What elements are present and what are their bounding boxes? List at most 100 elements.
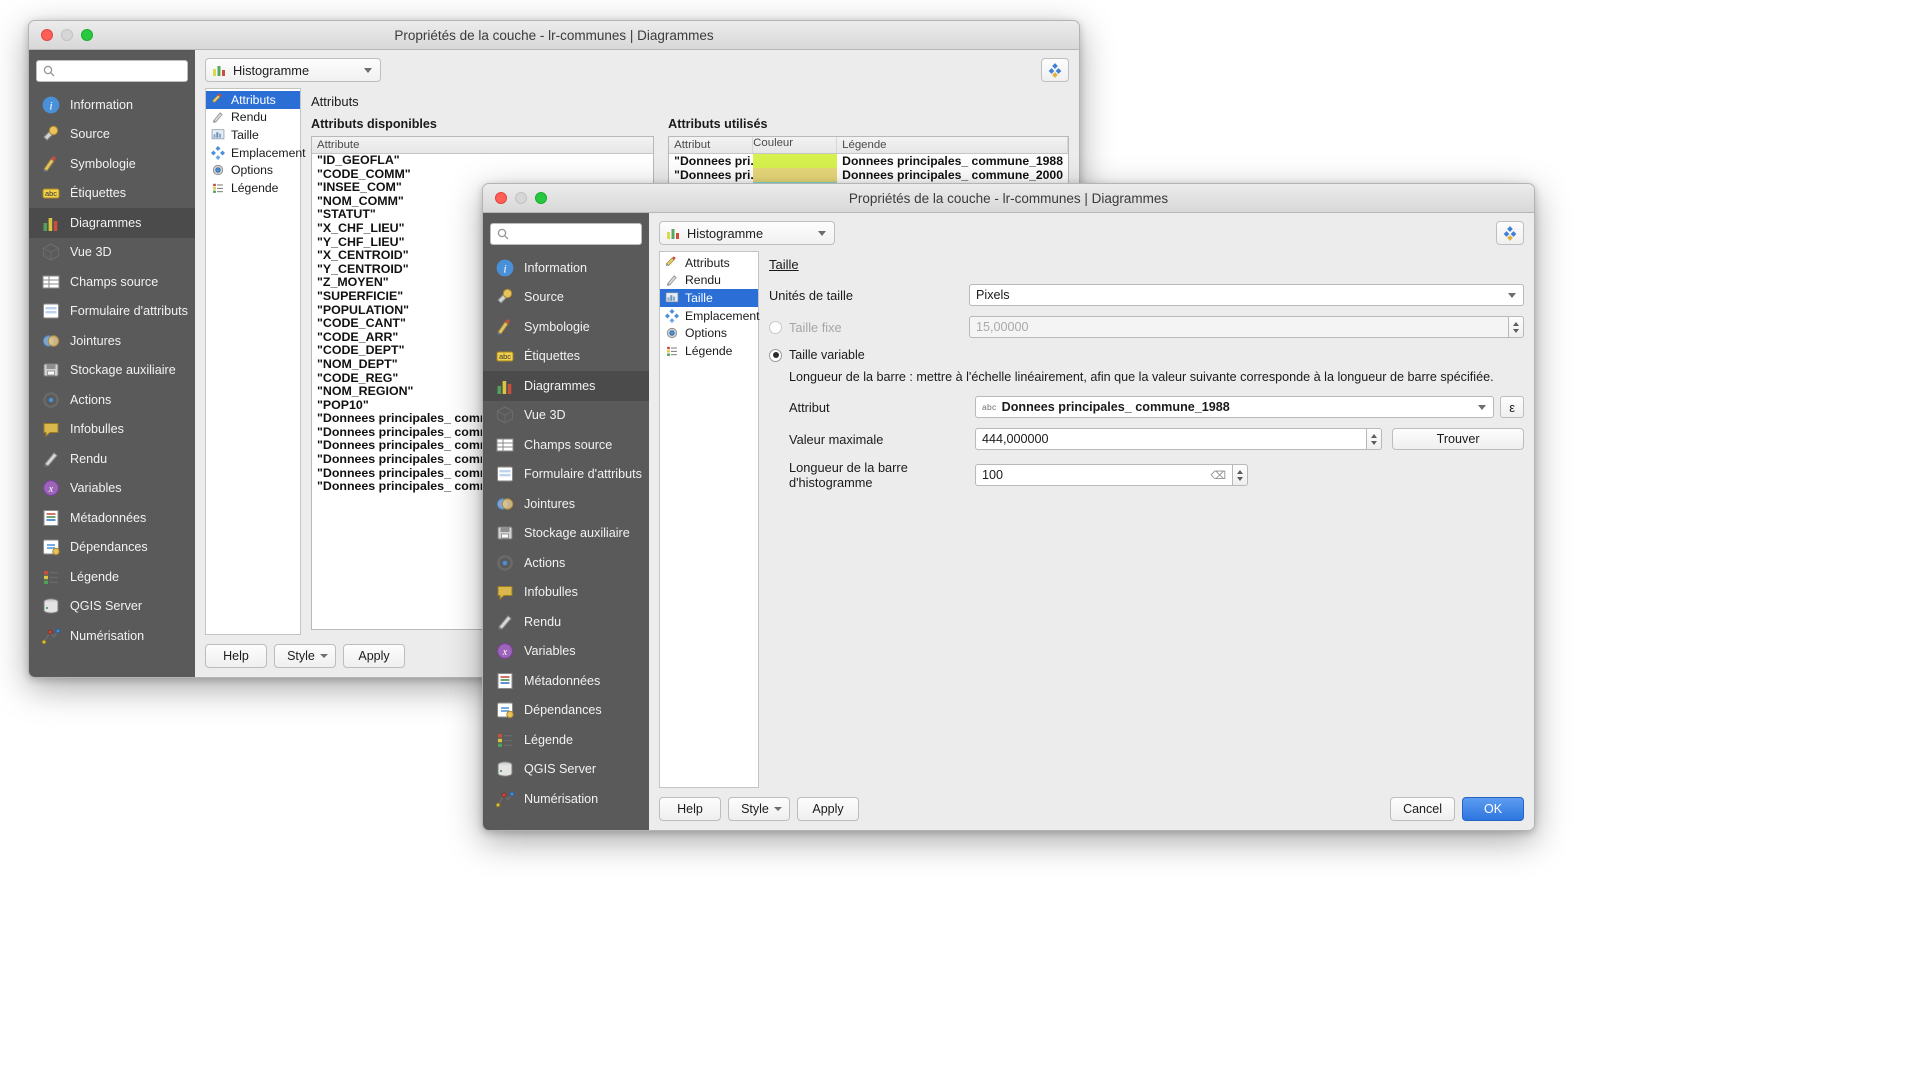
diagram-type-combo-background[interactable]: Histogramme (205, 58, 381, 82)
sidebar-item-actions[interactable]: Actions (483, 548, 649, 578)
sidebar-item-d-pendances[interactable]: Dépendances (483, 696, 649, 726)
size-units-select[interactable]: Pixels (969, 284, 1524, 306)
sidebar-item-stockage-auxiliaire[interactable]: Stockage auxiliaire (483, 519, 649, 549)
sidebar-item-information[interactable]: i Information (29, 90, 195, 120)
help-button-background[interactable]: Help (205, 644, 267, 668)
diagram-nav-item-options[interactable]: Options (660, 324, 758, 342)
sidebar-item-infobulles[interactable]: Infobulles (483, 578, 649, 608)
sidebar-item-vue-3d[interactable]: Vue 3D (483, 401, 649, 431)
attribute-select[interactable]: abc Donnees principales_ commune_1988 (975, 396, 1495, 418)
sidebar-item-qgis-server[interactable]: QGIS Server (483, 755, 649, 785)
sidebar-item-champs-source[interactable]: Champs source (483, 430, 649, 460)
sidebar-item-tiquettes[interactable]: abc Étiquettes (483, 342, 649, 372)
diagram-nav-item-rendu[interactable]: Rendu (206, 109, 300, 127)
diagram-nav-item-taille[interactable]: Taille (660, 289, 758, 307)
sidebar-item-champs-source[interactable]: Champs source (29, 267, 195, 297)
sidebar-item-d-pendances[interactable]: Dépendances (29, 533, 195, 563)
diagram-nav-item-taille[interactable]: Taille (206, 126, 300, 144)
help-button-front[interactable]: Help (659, 797, 721, 821)
diagram-nav-item-l-gende[interactable]: Légende (206, 179, 300, 197)
search-input-front[interactable] (490, 223, 642, 245)
clear-icon[interactable]: ⌫ (1210, 469, 1226, 482)
window-controls-background[interactable] (29, 29, 93, 41)
sidebar-background[interactable]: i Information Source Symbologie abc Étiquette… (29, 50, 195, 677)
sidebar-item-stockage-auxiliaire[interactable]: Stockage auxiliaire (29, 356, 195, 386)
sidebar-item-jointures[interactable]: Jointures (29, 326, 195, 356)
sidebar-item-formulaire-d-attributs[interactable]: Formulaire d'attributs (483, 460, 649, 490)
sidebar-list-background[interactable]: i Information Source Symbologie abc Étiquette… (29, 90, 195, 651)
list-item[interactable]: "ID_GEOFLA" (312, 153, 653, 168)
table-header-couleur[interactable]: Couleur (753, 137, 838, 153)
sidebar-item-source[interactable]: Source (483, 283, 649, 313)
sidebar-item-l-gende[interactable]: Légende (483, 725, 649, 755)
diagram-nav-background[interactable]: Attributs Rendu Taille Emplacement Options Lé… (205, 88, 306, 635)
diagram-nav-item-rendu[interactable]: Rendu (660, 272, 758, 290)
sidebar-item-num-risation[interactable]: Numérisation (29, 621, 195, 651)
fixed-size-stepper[interactable] (1509, 316, 1524, 338)
apply-button-background[interactable]: Apply (343, 644, 405, 668)
data-defined-override-button-front[interactable] (1496, 221, 1524, 245)
bar-length-stepper[interactable] (1233, 464, 1248, 486)
table-header-attribut[interactable]: Attribut (669, 137, 754, 153)
diagram-type-combo-front[interactable]: Histogramme (659, 221, 835, 245)
max-value-input[interactable]: 444,000000 (975, 428, 1368, 450)
titlebar-background[interactable]: Propriétés de la couche - lr-communes | … (29, 21, 1079, 50)
diagram-nav-item-attributs[interactable]: Attributs (206, 91, 300, 109)
table-row[interactable]: "Donnees pri... Donnees principales_ comm… (669, 154, 1068, 168)
sidebar-item-source[interactable]: Source (29, 120, 195, 150)
sidebar-item-information[interactable]: i Information (483, 253, 649, 283)
diagram-nav-item-options[interactable]: Options (206, 161, 300, 179)
apply-button-front[interactable]: Apply (797, 797, 859, 821)
sidebar-list-front[interactable]: i Information Source Symbologie abc Étiquette… (483, 253, 649, 814)
diagram-nav-front[interactable]: Attributs Rendu Taille Emplacement Options Lé… (659, 251, 760, 788)
variable-size-radio[interactable] (769, 348, 782, 362)
sidebar-item-variables[interactable]: x Variables (483, 637, 649, 667)
diagram-nav-item-l-gende[interactable]: Légende (660, 342, 758, 360)
minimize-window-button[interactable] (61, 29, 73, 41)
maximize-window-button[interactable] (81, 29, 93, 41)
sidebar-item-symbologie[interactable]: Symbologie (29, 149, 195, 179)
color-swatch[interactable] (753, 154, 838, 168)
close-window-button-front[interactable] (495, 192, 507, 204)
diagram-nav-item-emplacement[interactable]: Emplacement (660, 307, 760, 325)
titlebar-front[interactable]: Propriétés de la couche - lr-communes | … (483, 184, 1534, 213)
ok-button[interactable]: OK (1462, 797, 1524, 821)
sidebar-item-variables[interactable]: x Variables (29, 474, 195, 504)
expression-builder-button[interactable]: ε (1500, 396, 1524, 418)
close-window-button[interactable] (41, 29, 53, 41)
sidebar-item-actions[interactable]: Actions (29, 385, 195, 415)
minimize-window-button-front[interactable] (515, 192, 527, 204)
sidebar-front[interactable]: i Information Source Symbologie abc Étiquette… (483, 213, 649, 830)
sidebar-item-diagrammes[interactable]: Diagrammes (483, 371, 649, 401)
sidebar-item-tiquettes[interactable]: abc Étiquettes (29, 179, 195, 209)
fixed-size-radio[interactable] (769, 320, 782, 334)
sidebar-item-rendu[interactable]: Rendu (483, 607, 649, 637)
fixed-size-input[interactable]: 15,00000 (969, 316, 1509, 338)
sidebar-item-num-risation[interactable]: Numérisation (483, 784, 649, 814)
sidebar-item-diagrammes[interactable]: Diagrammes (29, 208, 195, 238)
sidebar-item-qgis-server[interactable]: QGIS Server (29, 592, 195, 622)
style-button-background[interactable]: Style (274, 644, 336, 668)
sidebar-item-infobulles[interactable]: Infobulles (29, 415, 195, 445)
sidebar-item-symbologie[interactable]: Symbologie (483, 312, 649, 342)
window-controls-front[interactable] (483, 192, 547, 204)
maximize-window-button-front[interactable] (535, 192, 547, 204)
bar-length-input[interactable]: 100 ⌫ (975, 464, 1233, 486)
diagram-nav-item-emplacement[interactable]: Emplacement (206, 144, 306, 162)
cancel-button[interactable]: Cancel (1390, 797, 1455, 821)
table-header-l-gende[interactable]: Légende (837, 137, 1068, 153)
sidebar-item-formulaire-d-attributs[interactable]: Formulaire d'attributs (29, 297, 195, 327)
sidebar-item-vue-3d[interactable]: Vue 3D (29, 238, 195, 268)
sidebar-item-m-tadonn-es[interactable]: Métadonnées (29, 503, 195, 533)
max-value-stepper[interactable] (1367, 428, 1383, 450)
sidebar-item-m-tadonn-es[interactable]: Métadonnées (483, 666, 649, 696)
color-swatch[interactable] (753, 168, 838, 182)
diagram-nav-item-attributs[interactable]: Attributs (660, 254, 758, 272)
sidebar-item-jointures[interactable]: Jointures (483, 489, 649, 519)
list-item[interactable]: "CODE_COMM" (312, 167, 653, 182)
data-defined-override-button-background[interactable] (1041, 58, 1069, 82)
style-button-front[interactable]: Style (728, 797, 790, 821)
find-button[interactable]: Trouver (1392, 428, 1524, 450)
table-row[interactable]: "Donnees pri... Donnees principales_ comm… (669, 168, 1068, 182)
layer-properties-window-front[interactable]: Propriétés de la couche - lr-communes | … (482, 183, 1535, 831)
